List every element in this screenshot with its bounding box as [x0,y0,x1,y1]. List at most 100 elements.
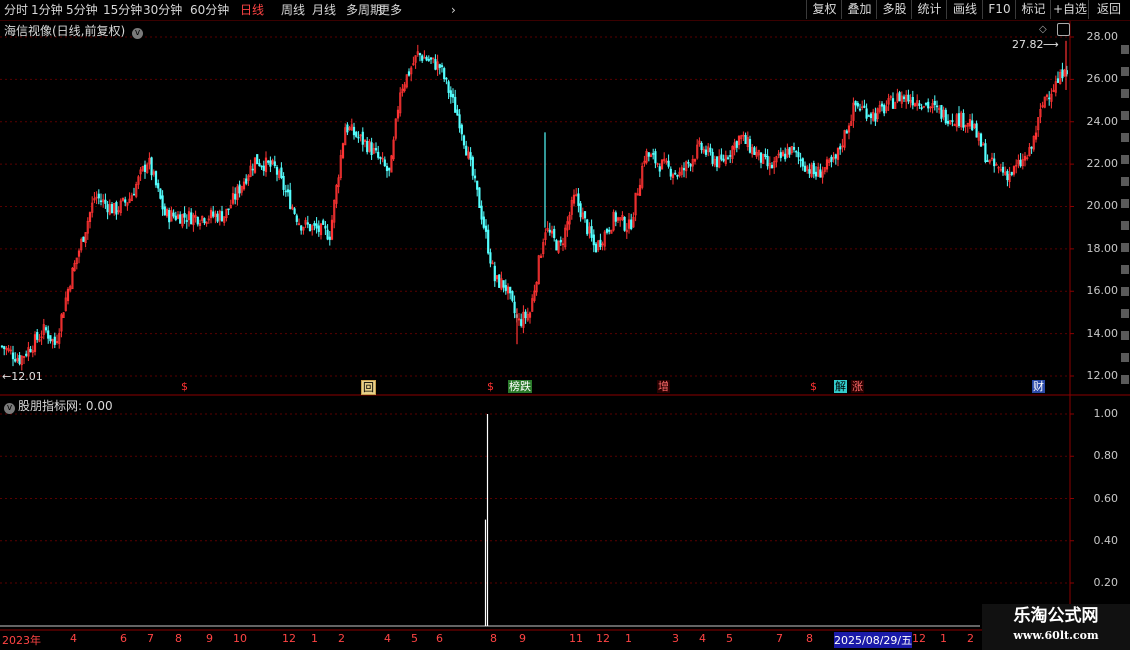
candle-body [553,228,556,239]
candle-body [440,65,444,67]
event-marker-blue[interactable]: 财 [1032,380,1045,393]
candle-body [729,155,732,157]
candle-body [766,155,769,167]
toolbar-button-4[interactable]: 画线 [946,0,983,19]
candle-body [555,239,558,251]
candle-body [513,301,516,314]
chevron-down-icon[interactable]: v [4,403,15,414]
period-5[interactable]: 60分钟 [190,1,229,19]
event-marker-dollar[interactable]: $ [180,380,189,393]
diamond-icon[interactable]: ◇ [1039,24,1047,35]
candle-body [748,139,752,153]
candle-body [460,124,463,135]
chevron-right-icon[interactable]: › [451,1,456,19]
period-6[interactable]: 日线 [240,1,264,19]
candle-body [845,130,848,134]
candle-body [1048,97,1051,100]
event-marker-plain[interactable]: 涨 [851,380,864,393]
candle-body [482,216,485,228]
x-tick-label: 12 [282,632,296,645]
candle-body [975,123,978,138]
candle-body [3,346,6,350]
candle-body [438,64,441,68]
candle-body [280,167,283,178]
candle-body [592,234,595,246]
candle-body [489,252,492,264]
candle-body [979,133,983,147]
window-icon[interactable] [1057,23,1070,36]
candle-body [212,211,215,217]
period-2[interactable]: 5分钟 [66,1,98,19]
candle-body [284,190,287,193]
toolbar-button-7[interactable]: +自选 [1050,0,1089,19]
candle-body [53,336,56,345]
x-tick-label: 10 [233,632,247,645]
candle-body [559,239,562,243]
candle-body [599,239,602,248]
x-tick-label: 8 [806,632,813,645]
candle-body [957,113,961,127]
candle-body [289,189,292,209]
period-7[interactable]: 周线 [281,1,305,19]
candle-body [502,280,505,288]
period-3[interactable]: 15分钟 [103,1,142,19]
x-tick-label: 8 [490,632,497,645]
candle-body [370,142,373,156]
chevron-down-icon[interactable]: v [132,28,144,39]
candle-body [445,77,448,80]
indicator-y-tick: 0.60 [1093,492,1119,505]
candle-body [779,152,782,158]
period-4[interactable]: 30分钟 [143,1,182,19]
candle-body [682,168,686,171]
indicator-y-tick: 0.40 [1093,534,1119,547]
candle-body [150,157,153,176]
toolbar-button-1[interactable]: 叠加 [841,0,877,19]
watermark: 乐淘公式网 www.60lt.com [982,604,1130,650]
period-1[interactable]: 1分钟 [31,1,63,19]
period-8[interactable]: 月线 [312,1,336,19]
event-marker-box[interactable]: 回 [361,380,376,395]
candle-body [308,224,312,232]
toolbar-button-5[interactable]: F10 [982,0,1016,19]
toolbar-button-3[interactable]: 统计 [911,0,947,19]
indicator-title: v 股朋指标网: 0.00 [4,397,113,414]
side-char [1121,45,1129,54]
event-marker-cyan[interactable]: 解 [834,380,847,393]
candle-body [883,104,886,114]
candle-body [179,214,182,224]
event-marker-plain[interactable]: 增 [657,380,670,393]
candle-body [300,225,303,231]
period-9[interactable]: 多周期 [346,1,382,19]
candle-body [667,160,670,167]
candle-body [722,158,725,162]
candle-body [388,167,391,171]
candle-body [863,105,866,108]
candle-body [865,108,868,119]
side-char [1121,177,1129,186]
chart-canvas[interactable] [0,0,1130,650]
candle-body [687,162,690,164]
candle-body [704,149,708,155]
event-marker-dollar[interactable]: $ [486,380,495,393]
toolbar-button-6[interactable]: 标记 [1015,0,1051,19]
candle-body [447,81,450,93]
candle-body [425,56,428,61]
candle-body [267,160,270,163]
candle-body [951,120,954,122]
period-0[interactable]: 分时 [4,1,28,19]
toolbar-button-8[interactable]: 返回 [1088,0,1129,19]
candle-body [493,265,496,282]
candle-body [484,225,488,232]
toolbar-button-2[interactable]: 多股 [876,0,912,19]
x-tick-label: 7 [776,632,783,645]
candle-body [880,103,884,107]
period-10[interactable]: 更多 [378,1,402,19]
event-marker-dollar[interactable]: $ [809,380,818,393]
event-marker-green[interactable]: 榜跌 [508,380,532,393]
candle-body [858,108,862,111]
toolbar-button-0[interactable]: 复权 [806,0,842,19]
candle-body [0,345,4,348]
main-y-tick: 28.00 [1086,30,1119,43]
candle-body [183,213,186,218]
candle-body [487,229,490,254]
